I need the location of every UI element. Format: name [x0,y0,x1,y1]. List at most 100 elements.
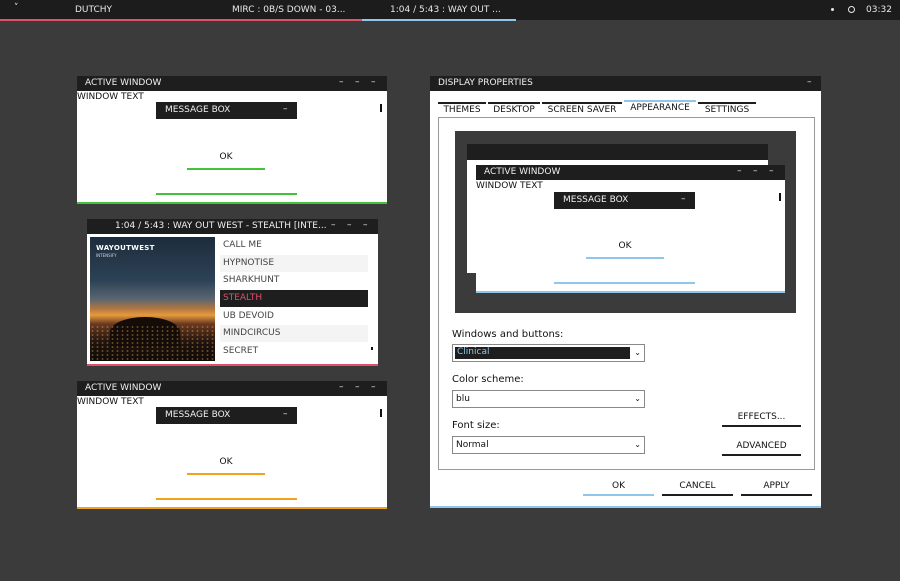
track-item[interactable]: HYPNOTISE [220,255,368,272]
ok-underline [187,473,265,475]
taskbar-accent-line [362,19,516,21]
window-title: ACTIVE WINDOW [85,383,162,393]
tab-screen-saver[interactable]: SCREEN SAVER [542,102,622,116]
cancel-button[interactable]: CANCEL [662,476,733,496]
music-player-window[interactable]: 1:04 / 5:43 : WAY OUT WEST - STEALTH [IN… [87,219,378,366]
message-box-underline [156,498,297,500]
title-bar[interactable]: 1:04 / 5:43 : WAY OUT WEST - STEALTH [IN… [87,219,378,234]
track-title: SHARKHUNT [223,275,280,285]
close-icon[interactable]: – [807,77,812,87]
minimize-icon[interactable]: – [331,220,336,230]
active-window-green[interactable]: ACTIVE WINDOW – – – WINDOW TEXT MESSAGE … [77,76,387,204]
tab-themes[interactable]: THEMES [438,102,486,116]
font-size-select[interactable]: Normal ⌄ [452,436,645,454]
preview-active-window: ACTIVE WINDOW – – – WINDOW TEXT MESSAGE … [476,165,785,293]
irc-status[interactable]: MIRC : 0B/S DOWN - 03... [232,5,345,15]
ok-underline [187,168,265,170]
color-scheme-label: Color scheme: [452,374,524,385]
windows-buttons-select[interactable]: Clinical ⌄ [452,344,645,362]
preview-title-bar: ACTIVE WINDOW – – – [476,165,785,180]
chevron-down-icon[interactable]: ⌄ [634,348,641,357]
tab-label: THEMES [443,105,481,115]
tab-desktop[interactable]: DESKTOP [488,102,540,116]
close-icon: – [769,166,774,176]
tab-label: SETTINGS [704,105,750,115]
track-title: STEALTH [223,293,263,303]
effects-button[interactable]: EFFECTS... [722,407,801,427]
message-box-title: MESSAGE BOX [165,105,231,115]
title-bar[interactable]: ACTIVE WINDOW – – – [77,381,387,396]
album-art: WAYOUTWEST INTENSIFY [90,237,215,361]
font-size-label: Font size: [452,420,500,431]
close-icon[interactable]: – [283,104,288,114]
ok-button[interactable]: OK [187,152,265,162]
preview-message-box-underline [554,282,695,284]
track-item[interactable]: UB DEVOID [220,308,368,325]
close-icon[interactable]: – [371,382,376,392]
scrollbar-thumb[interactable] [371,347,373,350]
preview-ok-underline [586,257,664,259]
clock: 03:32 [866,5,892,15]
maximize-icon[interactable]: – [355,77,360,87]
message-box-title-bar[interactable]: MESSAGE BOX – [156,102,297,119]
active-window-orange[interactable]: ACTIVE WINDOW – – – WINDOW TEXT MESSAGE … [77,381,387,509]
track-status[interactable]: 1:04 / 5:43 : WAY OUT ... [390,5,501,15]
album-cover-subtitle: INTENSIFY [96,253,117,258]
maximize-icon: – [753,166,758,176]
color-scheme-select[interactable]: blu ⌄ [452,390,645,408]
button-label: CANCEL [679,481,716,491]
window-title: DISPLAY PROPERTIES [438,78,533,88]
button-label: EFFECTS... [737,412,786,422]
track-item[interactable]: SECRET [220,343,368,360]
close-icon: – [681,194,686,204]
track-item[interactable]: CALL ME [220,237,368,254]
album-art-lights [90,325,215,361]
tab-label: SCREEN SAVER [547,105,617,115]
player-title: 1:04 / 5:43 : WAY OUT WEST - STEALTH [IN… [115,221,327,231]
tab-label: DESKTOP [493,105,535,115]
close-icon[interactable]: – [371,77,376,87]
scrollbar-thumb[interactable] [380,104,382,112]
display-properties-window[interactable]: DISPLAY PROPERTIES – THEMES DESKTOP SCRE… [430,76,821,508]
appearance-preview: ACTIVE WINDOW – – – WINDOW TEXT MESSAGE … [455,131,796,313]
track-title: UB DEVOID [223,311,274,321]
dot-icon [831,8,834,11]
track-title: MINDCIRCUS [223,328,281,338]
menu-chevron-icon[interactable]: ˅ [14,3,19,13]
chevron-down-icon[interactable]: ⌄ [634,440,641,449]
title-bar[interactable]: ACTIVE WINDOW – – – [77,76,387,91]
maximize-icon[interactable]: – [355,382,360,392]
title-bar[interactable]: DISPLAY PROPERTIES – [430,76,821,91]
ok-button[interactable]: OK [583,476,654,496]
select-value: Normal [456,440,489,450]
maximize-icon[interactable]: – [347,220,352,230]
track-item[interactable]: SHARKHUNT [220,272,368,289]
tab-settings[interactable]: SETTINGS [698,102,756,116]
circle-icon[interactable] [848,6,855,13]
minimize-icon[interactable]: – [339,77,344,87]
scrollbar-thumb[interactable] [380,409,382,417]
track-title: CALL ME [223,240,262,250]
advanced-button[interactable]: ADVANCED [722,436,801,456]
window-text: WINDOW TEXT [77,397,144,407]
close-icon[interactable]: – [283,409,288,419]
select-value: blu [456,394,470,404]
apply-button[interactable]: APPLY [741,476,812,496]
app-name[interactable]: DUTCHY [75,5,112,15]
close-icon[interactable]: – [363,220,368,230]
track-title: HYPNOTISE [223,258,275,268]
minimize-icon[interactable]: – [339,382,344,392]
message-box-underline [156,193,297,195]
button-label: APPLY [763,481,790,491]
chevron-down-icon[interactable]: ⌄ [634,394,641,403]
message-box-title: MESSAGE BOX [165,410,231,420]
track-item-selected[interactable]: STEALTH [220,290,368,307]
ok-button[interactable]: OK [187,457,265,467]
windows-buttons-label: Windows and buttons: [452,329,564,340]
window-title: ACTIVE WINDOW [85,78,162,88]
minimize-icon: – [737,166,742,176]
tab-appearance[interactable]: APPEARANCE [624,100,696,114]
message-box-title-bar[interactable]: MESSAGE BOX – [156,407,297,424]
track-item[interactable]: MINDCIRCUS [220,325,368,342]
tab-label: APPEARANCE [630,103,690,113]
